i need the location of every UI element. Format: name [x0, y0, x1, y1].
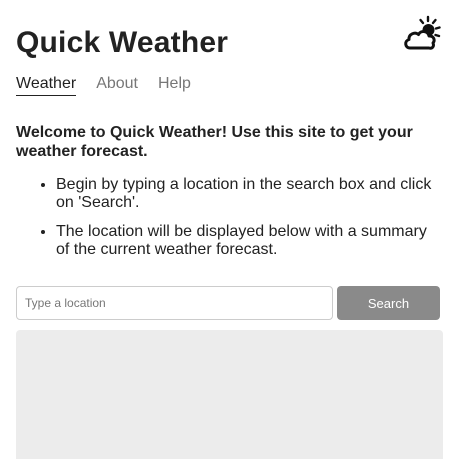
search-row: Search [16, 286, 440, 320]
instruction-list: Begin by typing a location in the search… [16, 176, 440, 270]
intro-text: Welcome to Quick Weather! Use this site … [16, 124, 413, 160]
app-title: Quick Weather [16, 26, 229, 59]
instruction-item: Begin by typing a location in the search… [56, 176, 440, 212]
location-search-input[interactable] [16, 286, 333, 320]
instruction-item: The location will be displayed below wit… [56, 223, 440, 259]
search-button[interactable]: Search [337, 286, 440, 320]
sun-cloud-icon [404, 15, 441, 50]
nav-item-weather[interactable]: Weather [16, 74, 77, 96]
page: Quick Weather Weather About Help Welcome… [0, 0, 459, 459]
forecast-results-panel [16, 330, 443, 459]
header: Quick Weather [16, 15, 443, 64]
main-nav: Weather About Help [16, 74, 191, 96]
nav-item-about[interactable]: About [96, 74, 138, 96]
nav-item-help[interactable]: Help [158, 74, 191, 96]
